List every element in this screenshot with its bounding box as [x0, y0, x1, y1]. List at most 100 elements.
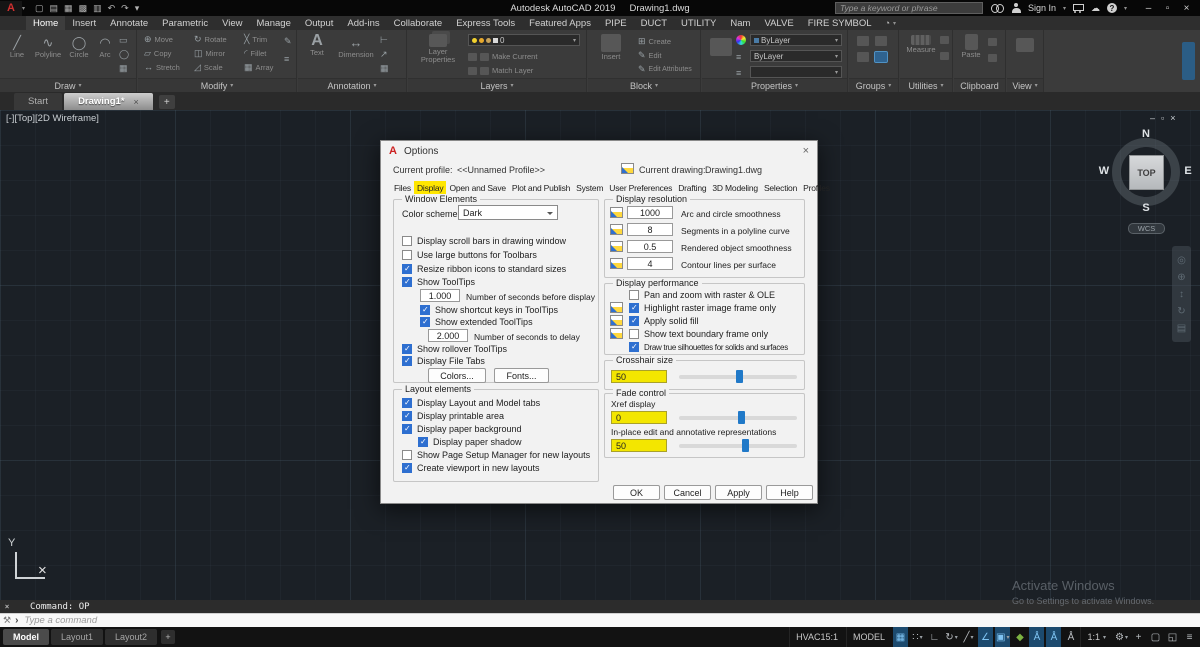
erase-tool[interactable]: ✎ — [284, 36, 292, 47]
undo-icon[interactable]: ↶ — [108, 1, 116, 16]
checkbox-box[interactable] — [629, 329, 639, 339]
apply-button[interactable]: Apply — [715, 485, 762, 500]
checkbox-box[interactable] — [402, 264, 412, 274]
ribbon-tab-duct[interactable]: DUCT — [634, 16, 674, 30]
checkbox-box[interactable] — [402, 277, 412, 287]
grid-display-icon[interactable]: ▦ — [893, 627, 908, 647]
checkbox-box[interactable] — [629, 290, 639, 300]
viewport-controls-label[interactable]: [-][Top][2D Wireframe] — [6, 113, 99, 124]
viewcube-top-face[interactable]: TOP — [1129, 155, 1164, 190]
checkbox-box[interactable] — [629, 303, 639, 313]
checkbox-text-boundary-frame[interactable]: Show text boundary frame only — [629, 329, 768, 339]
annotation-autoscale-icon[interactable]: Å — [1046, 627, 1061, 647]
panel-label-block[interactable]: Block▾ — [588, 78, 700, 92]
checkbox-display-scrollbars[interactable]: Display scroll bars in drawing window — [402, 236, 566, 246]
checkbox-display-file-tabs[interactable]: Display File Tabs — [402, 356, 485, 366]
create-block-tool[interactable]: ⊞Create — [638, 36, 671, 47]
stretch-tool[interactable]: ↔Stretch — [144, 62, 180, 72]
tab-files[interactable]: Files — [391, 181, 414, 195]
viewport-close-icon[interactable]: × — [1170, 113, 1175, 123]
ribbon-tab-fire-symbol[interactable]: FIRE SYMBOL — [801, 16, 879, 30]
copy-tool[interactable]: ▱Copy — [144, 48, 171, 59]
paste-tool[interactable]: Paste — [960, 34, 982, 59]
app-store-cart-icon[interactable] — [1073, 4, 1084, 13]
panel-label-draw[interactable]: Draw▾ — [0, 78, 136, 92]
minimize-button[interactable]: – — [1140, 3, 1157, 14]
ungroup-tool-icon[interactable] — [875, 36, 887, 46]
color-wheel-icon[interactable] — [736, 35, 746, 45]
open-file-icon[interactable]: ▤ — [50, 1, 59, 16]
panel-label-annotation[interactable]: Annotation▾ — [298, 78, 406, 92]
panel-label-layers[interactable]: Layers▾ — [408, 78, 586, 92]
cut-clip-icon[interactable] — [988, 54, 997, 62]
help-icon[interactable]: ? — [1107, 3, 1117, 13]
orbit-icon[interactable]: ↻ — [1177, 306, 1185, 317]
annotation-visibility-icon[interactable]: Å — [1029, 627, 1044, 647]
close-button[interactable]: × — [1178, 3, 1195, 14]
seconds-delay-field[interactable] — [428, 329, 468, 342]
arc-smoothness-field[interactable] — [627, 206, 673, 219]
crosshair-size-field[interactable] — [611, 370, 667, 383]
checkbox-box[interactable] — [402, 463, 412, 473]
circle-tool[interactable]: ◯ Circle — [66, 36, 92, 59]
customize-wrench-icon[interactable]: ⚒ — [3, 615, 11, 626]
crosshair-slider-thumb[interactable] — [736, 370, 743, 383]
viewport-minimize-icon[interactable]: – — [1150, 113, 1155, 123]
polyline-segments-field[interactable] — [627, 223, 673, 236]
inplace-edit-field[interactable] — [611, 439, 667, 452]
ribbon-tab-parametric[interactable]: Parametric — [155, 16, 215, 30]
qat-dropdown-icon[interactable]: ▾ — [135, 1, 140, 16]
mirror-tool[interactable]: ◫Mirror — [194, 48, 225, 59]
tab-3d-modeling[interactable]: 3D Modeling — [709, 181, 761, 195]
save-icon[interactable]: ▦ — [64, 1, 73, 16]
sign-in-label[interactable]: Sign In — [1028, 3, 1056, 13]
selection-cycling-icon[interactable]: ◆ — [1012, 627, 1027, 647]
file-tab-drawing1[interactable]: Drawing1* × — [64, 93, 153, 110]
restore-button[interactable]: ▫ — [1159, 3, 1176, 14]
layout1-tab[interactable]: Layout1 — [51, 629, 103, 645]
search-binoculars-icon[interactable] — [990, 3, 1005, 13]
tab-user-preferences[interactable]: User Preferences — [606, 181, 675, 195]
workspace-gear-icon[interactable]: ⚙▾ — [1114, 627, 1129, 647]
viewcube-south[interactable]: S — [1138, 202, 1154, 214]
osnap-tracking-icon[interactable]: ∠ — [978, 627, 993, 647]
help-button[interactable]: Help — [766, 485, 813, 500]
dimension-tool[interactable]: ↔ Dimension — [334, 36, 378, 59]
checkbox-box[interactable] — [420, 317, 430, 327]
ribbon-tab-view[interactable]: View — [215, 16, 249, 30]
model-tab[interactable]: Model — [3, 629, 49, 645]
group-edit-icon[interactable] — [857, 52, 869, 62]
help-search-input[interactable] — [835, 2, 983, 14]
command-close-icon[interactable]: × — [0, 602, 14, 611]
panel-label-clipboard[interactable]: Clipboard — [954, 78, 1005, 92]
snap-mode-icon[interactable]: ∷▾ — [910, 627, 925, 647]
viewport-restore-icon[interactable]: ▫ — [1161, 113, 1164, 123]
checkbox-true-silhouettes[interactable]: Draw true silhouettes for solids and sur… — [629, 342, 788, 352]
plot-icon[interactable]: ▥ — [93, 1, 102, 16]
save-as-icon[interactable]: ▩ — [79, 1, 88, 16]
ribbon-tab-output[interactable]: Output — [298, 16, 341, 30]
colors-button[interactable]: Colors... — [428, 368, 486, 383]
checkbox-box[interactable] — [420, 305, 430, 315]
viewcube-north[interactable]: N — [1138, 128, 1154, 140]
ribbon-tab-featured-apps[interactable]: Featured Apps — [522, 16, 598, 30]
navigation-bar[interactable]: ◎ ⊕ ↕ ↻ ▤ — [1172, 246, 1191, 342]
checkbox-box[interactable] — [402, 424, 412, 434]
view-base-icon[interactable] — [1016, 38, 1034, 52]
explode-tool[interactable]: ≡ — [284, 54, 289, 64]
xref-display-field[interactable] — [611, 411, 667, 424]
crosshair-size-slider[interactable] — [679, 375, 797, 379]
checkbox-box[interactable] — [402, 398, 412, 408]
rectangle-tool[interactable]: ▭ — [119, 35, 128, 46]
viewcube-wcs-button[interactable]: WCS — [1128, 223, 1165, 234]
ribbon-options-icon[interactable]: ◔▾ — [879, 16, 902, 30]
isolate-objects-icon[interactable]: ▢ — [1148, 627, 1163, 647]
ribbon-tab-utility[interactable]: UTILITY — [674, 16, 723, 30]
measure-tool[interactable]: Measure — [904, 35, 938, 54]
group-selection-icon[interactable] — [875, 52, 887, 62]
cancel-button[interactable]: Cancel — [664, 485, 711, 500]
ribbon-tab-express-tools[interactable]: Express Tools — [449, 16, 522, 30]
ribbon-tab-manage[interactable]: Manage — [250, 16, 298, 30]
ok-button[interactable]: OK — [613, 485, 660, 500]
polyline-tool[interactable]: ∿ Polyline — [32, 36, 64, 59]
